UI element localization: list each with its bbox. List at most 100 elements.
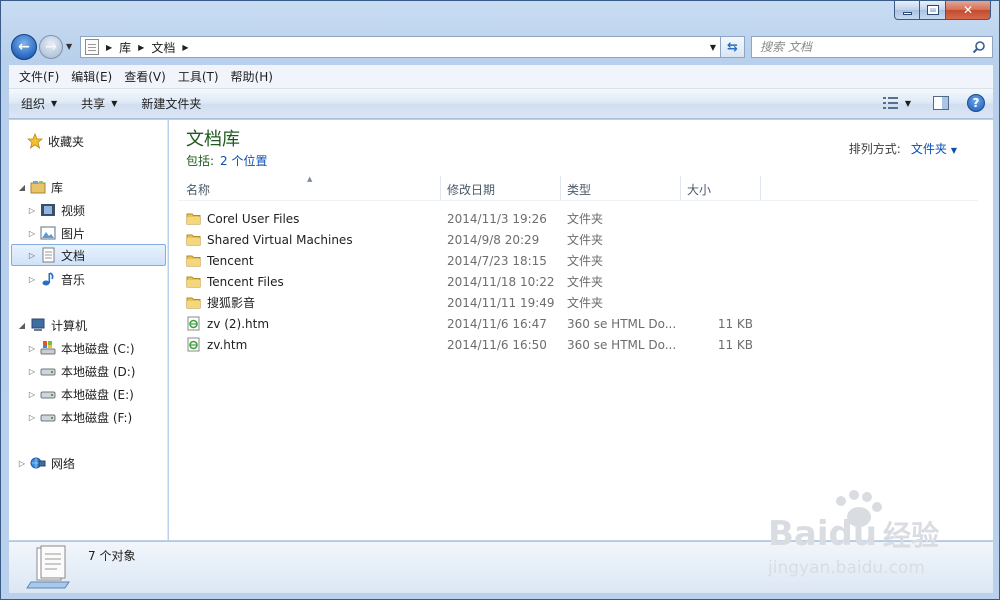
file-date: 2014/11/6 16:50 [447,337,547,352]
file-row[interactable]: Corel User Files 2014/11/3 19:26 文件夹 [179,208,759,229]
file-name: Shared Virtual Machines [207,232,353,247]
html-file-icon [187,337,200,352]
maximize-button[interactable] [920,1,946,20]
breadcrumb-separator-icon[interactable]: ▶ [182,43,188,52]
breadcrumb-item-libraries[interactable]: 库 [119,39,131,56]
file-date: 2014/11/3 19:26 [447,211,547,226]
nav-documents[interactable]: ▷ 文档 [11,244,166,266]
share-label: 共享 [81,97,106,111]
file-name: Corel User Files [207,211,300,226]
column-header-type[interactable]: 类型 [561,176,681,200]
search-input[interactable] [760,40,960,54]
minimize-button[interactable] [894,1,920,20]
nav-favorites-label: 收藏夹 [48,134,85,149]
expand-arrow-icon[interactable]: ▷ [17,459,27,468]
nav-music-label: 音乐 [61,272,86,287]
nav-network-label: 网络 [51,456,76,471]
search-box[interactable] [751,36,993,58]
expand-arrow-icon[interactable]: ▷ [27,206,37,215]
expand-arrow-icon[interactable]: ▷ [27,251,37,260]
forward-arrow-icon: → [45,39,57,55]
column-header-size[interactable]: 大小 [681,176,761,200]
nav-drive-d-label: 本地磁盘 (D:) [61,364,136,379]
menu-help[interactable]: 帮助(H) [225,68,279,85]
close-button[interactable]: ✕ [946,1,991,20]
nav-favorites[interactable]: 收藏夹 [27,130,84,152]
html-file-icon [187,316,200,331]
chevron-down-icon[interactable]: ▼ [951,146,957,155]
nav-pictures-label: 图片 [61,226,86,241]
navigation-pane: 收藏夹 ◢ 库 ▷ 视频 ▷ 图片 ▷ 文档 ▷ 音乐 ◢ 计算机 ▷ 本地磁盘… [9,120,168,540]
nav-drive-c[interactable]: ▷ 本地磁盘 (C:) [27,337,135,359]
file-row[interactable]: zv (2).htm 2014/11/6 16:47 360 se HTML D… [179,313,759,334]
breadcrumb-separator-icon[interactable]: ▶ [138,43,144,52]
breadcrumb-separator-icon[interactable]: ▶ [106,43,112,52]
new-folder-button[interactable]: 新建文件夹 [129,95,213,112]
column-header-date[interactable]: 修改日期 [441,176,561,200]
expand-arrow-icon[interactable]: ▷ [27,390,37,399]
folder-icon [186,213,201,225]
column-header-name[interactable]: 名称 [180,176,441,200]
file-name: zv.htm [207,337,248,352]
includes-label: 包括: [186,154,215,168]
address-bar[interactable]: ▶ 库 ▶ 文档 ▶ ▼ [80,36,721,58]
file-date: 2014/7/23 18:15 [447,253,547,268]
breadcrumb-item-documents[interactable]: 文档 [151,39,175,56]
recent-pages-dropdown-icon[interactable]: ▼ [66,42,72,51]
folder-icon [186,255,201,267]
nav-libraries[interactable]: ◢ 库 [17,176,63,198]
search-icon[interactable] [972,40,986,54]
nav-music[interactable]: ▷ 音乐 [27,268,85,290]
expand-arrow-icon[interactable]: ▷ [27,344,37,353]
forward-button[interactable]: → [39,35,63,59]
share-button[interactable]: 共享 ▼ [69,95,129,112]
collapse-arrow-icon[interactable]: ◢ [17,183,27,192]
folder-icon [186,276,201,288]
hard-drive-icon [40,368,56,376]
organize-label: 组织 [21,97,46,111]
file-type: 文件夹 [567,233,604,247]
collapse-arrow-icon[interactable]: ◢ [17,321,27,330]
back-button[interactable]: ← [11,34,37,60]
change-view-icon[interactable] [882,97,899,109]
menu-view[interactable]: 查看(V) [118,68,172,85]
file-name: Tencent [207,253,254,268]
menu-tools[interactable]: 工具(T) [172,68,225,85]
file-row[interactable]: Tencent Files 2014/11/18 10:22 文件夹 [179,271,759,292]
nav-computer-label: 计算机 [51,318,88,333]
file-type: 文件夹 [567,212,604,226]
organize-button[interactable]: 组织 ▼ [9,95,69,112]
preview-pane-icon[interactable] [933,96,949,110]
baidu-jingyan-watermark: Baidu 经验 jingyan.baidu.com [767,490,939,578]
libraries-icon [30,181,46,194]
nav-pictures[interactable]: ▷ 图片 [27,222,85,244]
file-row[interactable]: Tencent 2014/7/23 18:15 文件夹 [179,250,759,271]
address-history-dropdown-icon[interactable]: ▼ [710,43,716,52]
documents-library-icon [42,247,55,263]
nav-drive-d[interactable]: ▷ 本地磁盘 (D:) [27,360,136,382]
item-count: 7 个对象 [88,549,136,563]
file-row[interactable]: Shared Virtual Machines 2014/9/8 20:29 文… [179,229,759,250]
file-row[interactable]: 搜狐影音 2014/11/11 19:49 文件夹 [179,292,759,313]
expand-arrow-icon[interactable]: ▷ [27,413,37,422]
help-icon[interactable]: ? [967,94,985,112]
hard-drive-icon [40,414,56,422]
nav-drive-f[interactable]: ▷ 本地磁盘 (F:) [27,406,132,428]
nav-drive-e[interactable]: ▷ 本地磁盘 (E:) [27,383,134,405]
star-icon [27,133,43,149]
nav-computer[interactable]: ◢ 计算机 [17,314,87,336]
nav-videos[interactable]: ▷ 视频 [27,199,85,221]
file-row[interactable]: zv.htm 2014/11/6 16:50 360 se HTML Do...… [179,334,759,355]
arrange-by-dropdown[interactable]: 文件夹 [911,142,947,156]
maximize-icon [926,5,939,15]
nav-network[interactable]: ▷ 网络 [17,452,75,474]
chevron-down-icon: ▼ [51,99,58,108]
expand-arrow-icon[interactable]: ▷ [27,229,37,238]
expand-arrow-icon[interactable]: ▷ [27,367,37,376]
menu-edit[interactable]: 编辑(E) [65,68,118,85]
refresh-button[interactable]: ⇆ [720,36,745,58]
menu-file[interactable]: 文件(F) [13,68,65,85]
includes-locations-link[interactable]: 2 个位置 [220,154,267,168]
view-options-chevron-icon[interactable]: ▼ [905,99,911,108]
expand-arrow-icon[interactable]: ▷ [27,275,37,284]
